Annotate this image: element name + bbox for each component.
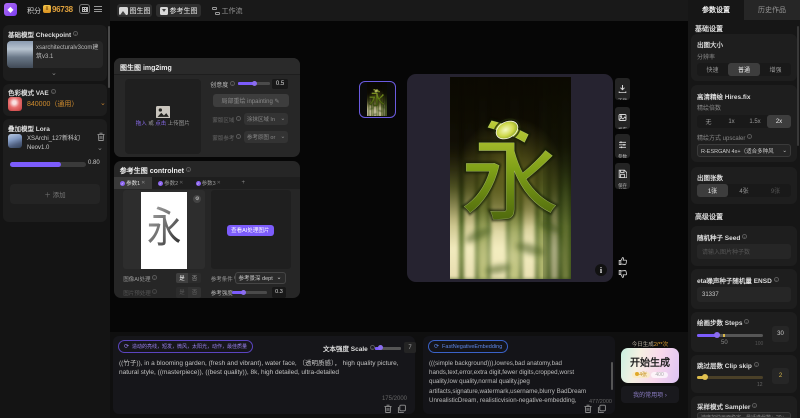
svg-text:永: 永 [147, 205, 181, 251]
